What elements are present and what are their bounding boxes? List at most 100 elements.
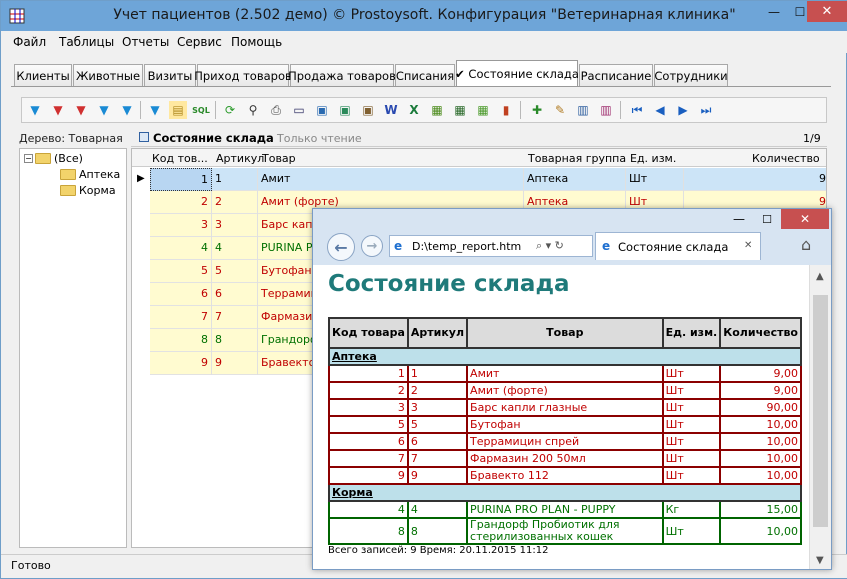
tab-animals[interactable]: Животные	[73, 64, 143, 86]
scroll-down-icon[interactable]: ▼	[816, 555, 824, 566]
cell-article[interactable]: 2	[212, 191, 258, 214]
tab-stock-state[interactable]: ✔ Состояние склада	[455, 60, 579, 87]
report-cell-quantity: 10,00	[719, 449, 802, 468]
cell-article[interactable]: 9	[212, 352, 258, 375]
tree-node-pharmacy[interactable]: Аптека	[60, 168, 120, 181]
tab-schedule[interactable]: Расписание	[579, 64, 653, 86]
home-icon[interactable]: ⌂	[801, 235, 811, 254]
cell-article[interactable]: 8	[212, 329, 258, 352]
tree-node-feed[interactable]: Корма	[60, 184, 116, 197]
cell-code[interactable]: 8	[150, 329, 212, 352]
vertical-scrollbar[interactable]: ▲ ▼	[809, 265, 831, 569]
back-button[interactable]: ←	[327, 233, 355, 261]
tab-writeoffs[interactable]: Списания	[395, 64, 455, 86]
print-icon[interactable]: ⎙	[267, 101, 285, 119]
address-text[interactable]: D:\temp_report.htm	[412, 240, 521, 253]
edit-record-icon[interactable]: ✎	[551, 101, 569, 119]
settings-icon[interactable]: ▥	[597, 101, 615, 119]
export-html-icon[interactable]: ▣	[313, 101, 331, 119]
filter-icon[interactable]: ▼	[26, 101, 44, 119]
browser-minimize-button[interactable]: —	[725, 209, 753, 229]
cell-group[interactable]: Аптека	[524, 168, 626, 191]
export-text-icon[interactable]: ▦	[474, 101, 492, 119]
filter-view-icon[interactable]: ▼	[146, 101, 164, 119]
report-cell-unit: Шт	[661, 415, 722, 434]
cell-product[interactable]: Амит	[258, 168, 524, 191]
tab-goods-sales[interactable]: Продажа товаров	[288, 64, 396, 86]
cell-code[interactable]: 5	[150, 260, 212, 283]
minimize-button[interactable]: —	[761, 1, 787, 22]
cell-code[interactable]: 1	[150, 168, 212, 191]
columns-icon[interactable]: ▥	[574, 101, 592, 119]
add-record-icon[interactable]: ✚	[528, 101, 546, 119]
menu-service[interactable]: Сервис	[177, 35, 222, 49]
col-group[interactable]: Товарная группа	[528, 152, 626, 165]
col-code[interactable]: Код тов...	[152, 152, 208, 165]
filter-edit-icon[interactable]: ▼	[118, 101, 136, 119]
col-unit[interactable]: Ед. изм.	[630, 152, 676, 165]
grid-column-header: Код тов... Артикул Товар Товарная группа…	[132, 149, 826, 167]
filter-add-icon[interactable]: ▼	[95, 101, 113, 119]
tab-visits[interactable]: Визиты	[144, 64, 196, 86]
refresh-icon[interactable]: ⟳	[221, 101, 239, 119]
report-group-label: Аптека	[328, 347, 802, 366]
chart-icon[interactable]: ▮	[497, 101, 515, 119]
cell-article[interactable]: 6	[212, 283, 258, 306]
cell-article[interactable]: 7	[212, 306, 258, 329]
collapse-icon[interactable]: −	[24, 154, 33, 163]
menu-file[interactable]: Файл	[13, 35, 46, 49]
cell-code[interactable]: 3	[150, 214, 212, 237]
menu-help[interactable]: Помощь	[231, 35, 282, 49]
export-dbf-icon[interactable]: ▦	[451, 101, 469, 119]
cell-code[interactable]: 6	[150, 283, 212, 306]
export-xml-icon[interactable]: ▣	[336, 101, 354, 119]
cell-article[interactable]: 5	[212, 260, 258, 283]
title-bar[interactable]: Учет пациентов (2.502 демо) © Prostoysof…	[1, 1, 847, 31]
first-icon[interactable]: ⏮	[628, 101, 646, 119]
browser-close-button[interactable]: ✕	[781, 209, 829, 229]
next-icon[interactable]: ▶	[674, 101, 692, 119]
cell-code[interactable]: 7	[150, 306, 212, 329]
export-excel-icon[interactable]: X	[405, 101, 423, 119]
export-word-icon[interactable]: W	[382, 101, 400, 119]
tab-staff[interactable]: Сотрудники	[654, 64, 728, 86]
cell-quantity[interactable]: 9	[684, 168, 826, 191]
report-row: 6 6 Террамицин спрей Шт 10,00	[328, 432, 802, 451]
cell-code[interactable]: 4	[150, 237, 212, 260]
browser-maximize-button[interactable]: ☐	[753, 209, 781, 229]
prev-icon[interactable]: ◀	[651, 101, 669, 119]
cell-article[interactable]: 1	[212, 168, 258, 191]
cell-code[interactable]: 2	[150, 191, 212, 214]
export-doc-icon[interactable]: ▣	[359, 101, 377, 119]
tree-node-all[interactable]: − (Все)	[24, 152, 83, 165]
cell-article[interactable]: 3	[212, 214, 258, 237]
address-bar[interactable]: e D:\temp_report.htm ⌕ ▾ ↻	[389, 235, 593, 257]
tab-close-icon[interactable]: ✕	[744, 240, 752, 251]
filter-remove-icon[interactable]: ▼	[72, 101, 90, 119]
col-quantity[interactable]: Количество	[752, 152, 820, 165]
forward-button[interactable]: →	[361, 235, 383, 257]
menu-tables[interactable]: Таблицы	[59, 35, 114, 49]
cell-code[interactable]: 9	[150, 352, 212, 375]
tab-clients[interactable]: Клиенты	[14, 64, 72, 86]
scroll-up-icon[interactable]: ▲	[816, 271, 824, 282]
search-icon[interactable]: ⌕ ▾ ↻	[536, 239, 564, 253]
filter-clear-icon[interactable]: ▼	[49, 101, 67, 119]
scroll-thumb[interactable]	[813, 295, 828, 527]
tree-filter-icon[interactable]: ▤	[169, 101, 187, 119]
preview-icon[interactable]: ▭	[290, 101, 308, 119]
binoculars-icon[interactable]: ⚲	[244, 101, 262, 119]
cell-unit[interactable]: Шт	[626, 168, 684, 191]
sql-icon[interactable]: SQL	[192, 101, 210, 119]
table-row[interactable]: 1 1 Амит Аптека Шт 9	[150, 168, 826, 191]
col-product[interactable]: Товар	[262, 152, 296, 165]
window-title: Учет пациентов (2.502 демо) © Prostoysof…	[113, 7, 736, 23]
last-icon[interactable]: ⏭	[697, 101, 715, 119]
export-csv-icon[interactable]: ▦	[428, 101, 446, 119]
browser-tab[interactable]: e Состояние склада ✕	[595, 232, 761, 260]
close-button[interactable]: ✕	[807, 1, 847, 22]
cell-article[interactable]: 4	[212, 237, 258, 260]
tab-goods-income[interactable]: Приход товаров	[194, 64, 292, 86]
menu-reports[interactable]: Отчеты	[122, 35, 169, 49]
col-article[interactable]: Артикул	[216, 152, 264, 165]
